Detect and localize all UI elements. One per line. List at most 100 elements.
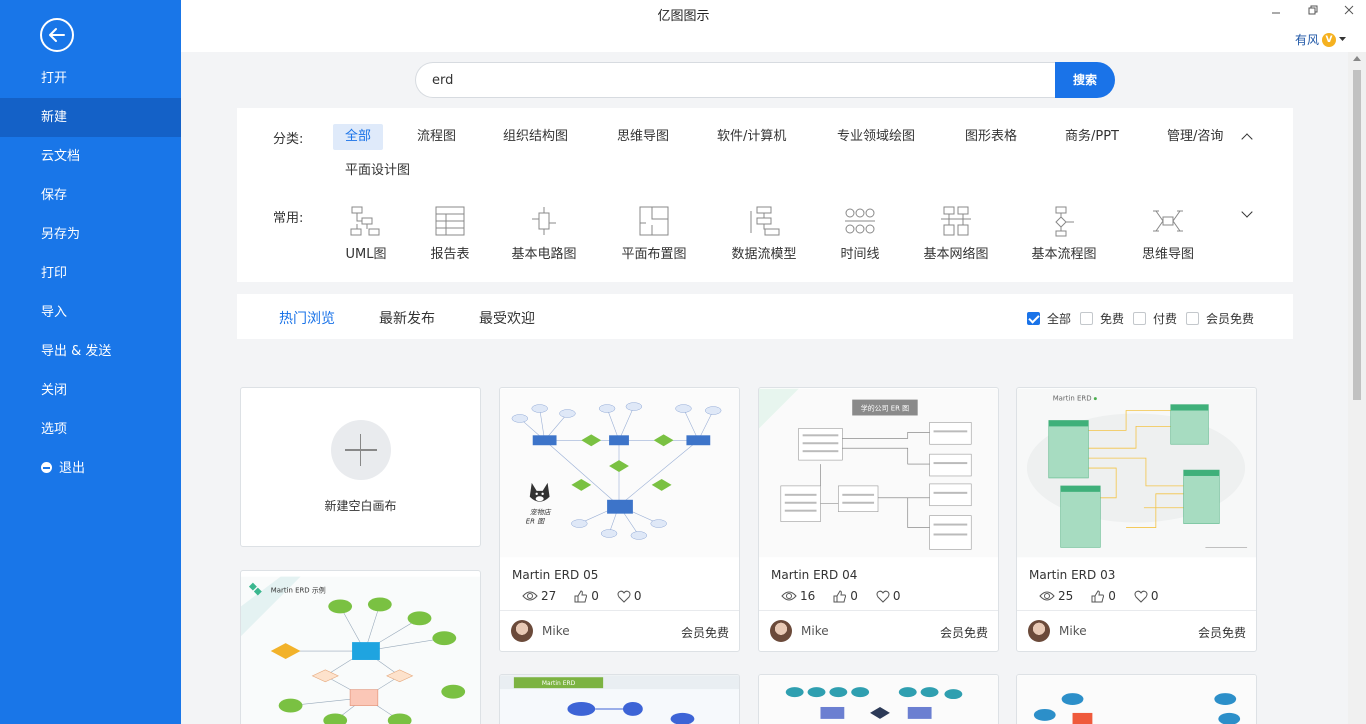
timeline-icon — [845, 208, 875, 234]
category-business-ppt[interactable]: 商务/PPT — [1053, 124, 1131, 150]
filter-free[interactable]: 免费 — [1080, 310, 1124, 327]
template-thumbnail: Martin ERD — [500, 675, 739, 724]
common-data-flow[interactable]: 数据流模型 — [709, 205, 819, 262]
chevron-down-icon — [1339, 37, 1346, 41]
sort-tabs-bar: 热门浏览 最新发布 最受欢迎 全部 免费 付费 会员免费 — [237, 294, 1293, 339]
search-button[interactable]: 搜索 — [1055, 62, 1115, 98]
common-timeline[interactable]: 时间线 — [805, 205, 915, 262]
common-mind-map[interactable]: 思维导图 — [1113, 205, 1223, 262]
common-circuit[interactable]: 基本电路图 — [489, 205, 599, 262]
network-icon — [941, 206, 971, 236]
title-bar: 亿图图示 有风 V — [181, 0, 1366, 52]
avatar[interactable] — [511, 620, 533, 642]
sidebar-item-close[interactable]: 关闭 — [0, 371, 181, 410]
common-item-label: 时间线 — [840, 247, 880, 262]
filter-vip-free[interactable]: 会员免费 — [1186, 310, 1254, 327]
thumbs-up-icon[interactable] — [833, 589, 847, 603]
chevron-up-icon[interactable] — [1241, 133, 1253, 145]
category-graphic-table[interactable]: 图形表格 — [953, 124, 1029, 150]
sidebar-item-label: 保存 — [41, 188, 68, 203]
avatar[interactable] — [770, 620, 792, 642]
sidebar-item-save-as[interactable]: 另存为 — [0, 215, 181, 254]
search-bar: 搜索 — [415, 62, 1115, 98]
filter-paid[interactable]: 付费 — [1133, 310, 1177, 327]
common-network[interactable]: 基本网络图 — [901, 205, 1011, 262]
svg-text:Martin ERD: Martin ERD — [1053, 395, 1092, 403]
template-thumbnail: 学的公司 ER 图 — [759, 388, 998, 558]
uml-icon — [350, 206, 380, 236]
sidebar-item-label: 关闭 — [41, 383, 68, 398]
tab-hot[interactable]: 热门浏览 — [279, 308, 335, 328]
chevron-down-icon[interactable] — [1241, 206, 1253, 218]
filter-all[interactable]: 全部 — [1027, 310, 1071, 327]
category-software[interactable]: 软件/计算机 — [705, 124, 798, 150]
scrollbar-thumb[interactable] — [1353, 70, 1361, 400]
template-card[interactable] — [758, 674, 999, 724]
sidebar-item-import[interactable]: 导入 — [0, 293, 181, 332]
template-footer: Mike 会员免费 — [759, 610, 998, 651]
back-arrow-icon[interactable] — [40, 18, 74, 52]
search-input[interactable] — [415, 62, 1060, 98]
sidebar-item-open[interactable]: 打开 — [0, 59, 181, 98]
user-menu[interactable]: 有风 V — [1295, 31, 1346, 48]
svg-text:宠物店: 宠物店 — [530, 509, 552, 517]
template-footer: Mike 会员免费 — [1017, 610, 1256, 651]
tab-latest[interactable]: 最新发布 — [379, 308, 435, 328]
report-table-icon — [435, 206, 465, 236]
template-card[interactable]: Martin ERD — [499, 674, 740, 724]
filter-label: 免费 — [1100, 312, 1125, 326]
template-thumbnail — [759, 675, 998, 724]
svg-text:学的公司 ER 图: 学的公司 ER 图 — [861, 404, 909, 413]
common-basic-flowchart[interactable]: 基本流程图 — [1009, 205, 1119, 262]
author-name[interactable]: Mike — [801, 624, 829, 638]
avatar[interactable] — [1028, 620, 1050, 642]
category-graphic-design[interactable]: 平面设计图 — [333, 158, 422, 184]
template-card[interactable]: 宠物店 ER 图 Martin ERD 05 27 0 0 Mike 会员免费 — [499, 387, 740, 652]
scroll-up-arrow-icon[interactable] — [1353, 56, 1361, 61]
common-floor-plan[interactable]: 平面布置图 — [599, 205, 709, 262]
sidebar-item-print[interactable]: 打印 — [0, 254, 181, 293]
flowchart-icon — [1055, 206, 1074, 237]
category-label: 分类: — [273, 132, 304, 147]
category-org-chart[interactable]: 组织结构图 — [491, 124, 580, 150]
checkbox-icon — [1027, 312, 1040, 325]
minimize-icon[interactable] — [1271, 4, 1281, 18]
template-thumbnail: Martin ERD 示例 — [241, 576, 480, 724]
new-blank-canvas-card[interactable]: 新建空白画布 — [240, 387, 481, 547]
category-management[interactable]: 管理/咨询 — [1155, 124, 1235, 150]
category-professional[interactable]: 专业领域绘图 — [825, 124, 927, 150]
close-icon[interactable] — [1344, 4, 1354, 18]
sidebar-item-options[interactable]: 选项 — [0, 410, 181, 449]
category-flowchart[interactable]: 流程图 — [405, 124, 468, 150]
heart-icon[interactable] — [1134, 590, 1148, 603]
sidebar-item-export-send[interactable]: 导出 & 发送 — [0, 332, 181, 371]
sidebar-item-label: 选项 — [41, 422, 68, 437]
heart-icon[interactable] — [876, 590, 890, 603]
sidebar-item-label: 打开 — [41, 71, 68, 86]
author-name[interactable]: Mike — [1059, 624, 1087, 638]
category-all[interactable]: 全部 — [333, 124, 384, 150]
thumbs-up-icon[interactable] — [574, 589, 588, 603]
heart-icon[interactable] — [617, 590, 631, 603]
template-card[interactable]: Martin ERD 示例 — [240, 570, 481, 724]
template-footer: Mike 会员免费 — [500, 610, 739, 651]
plus-icon — [330, 420, 391, 480]
sidebar-item-exit[interactable]: 退出 — [0, 449, 181, 488]
common-item-label: 思维导图 — [1141, 247, 1194, 262]
sidebar-item-new[interactable]: 新建 — [0, 98, 181, 137]
sidebar-item-label: 打印 — [41, 266, 68, 281]
template-card[interactable]: 学的公司 ER 图 Martin ERD 04 16 0 0 Mike 会员免费 — [758, 387, 999, 652]
restore-icon[interactable] — [1308, 4, 1318, 18]
sidebar: 打开 新建 云文档 保存 另存为 打印 导入 导出 & 发送 关闭 选项 退出 — [0, 0, 181, 724]
category-mind-map[interactable]: 思维导图 — [605, 124, 681, 150]
sidebar-item-cloud-docs[interactable]: 云文档 — [0, 137, 181, 176]
tab-popular[interactable]: 最受欢迎 — [479, 308, 535, 328]
thumbs-up-icon[interactable] — [1091, 589, 1105, 603]
sidebar-item-save[interactable]: 保存 — [0, 176, 181, 215]
template-card[interactable]: Martin ERD Martin ERD 03 25 0 0 Mike 会员免… — [1016, 387, 1257, 652]
template-card[interactable] — [1016, 674, 1257, 724]
author-name[interactable]: Mike — [542, 624, 570, 638]
scrollbar[interactable] — [1348, 52, 1366, 724]
like-count: 0 — [591, 589, 599, 603]
category-panel: 分类: 全部 流程图 组织结构图 思维导图 软件/计算机 专业领域绘图 图形表格… — [237, 108, 1293, 282]
